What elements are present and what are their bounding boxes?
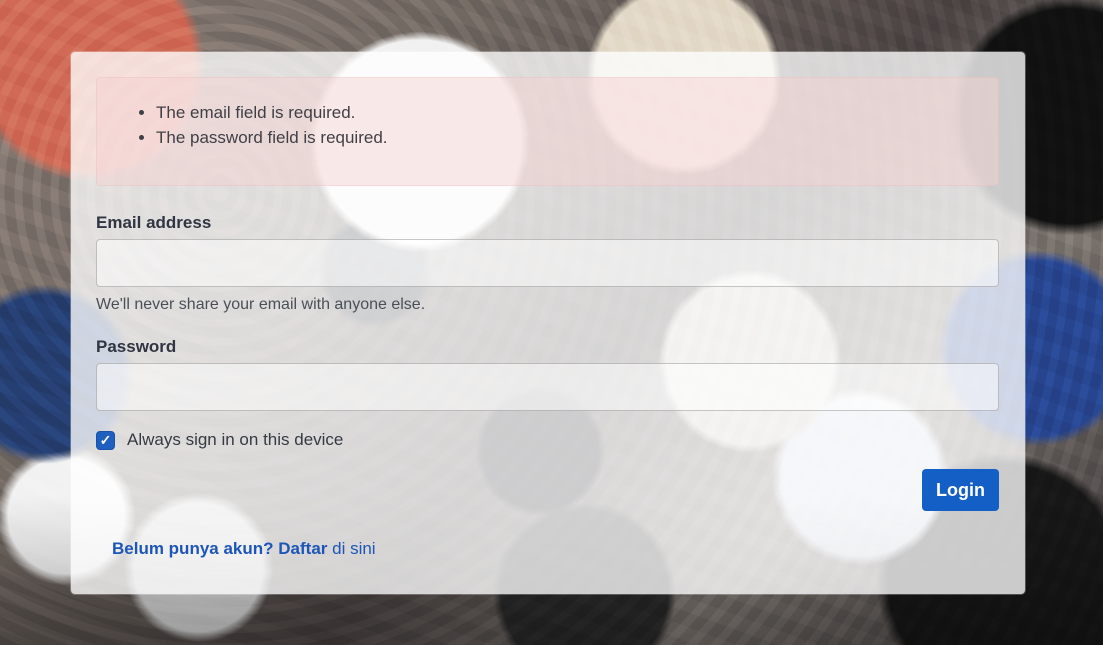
signup-suffix: di sini: [332, 539, 376, 558]
remember-row[interactable]: ✓ Always sign in on this device: [96, 430, 343, 450]
login-button[interactable]: Login: [922, 469, 999, 511]
email-label: Email address: [96, 213, 212, 232]
signup-prefix: Belum punya akun?: [112, 539, 274, 558]
check-icon[interactable]: ✓: [96, 430, 115, 450]
error-item: The password field is required.: [156, 125, 388, 150]
error-alert: The email field is required. The passwor…: [96, 77, 999, 186]
password-label: Password: [96, 337, 177, 356]
password-field[interactable]: [96, 363, 999, 411]
error-list: The email field is required. The passwor…: [156, 100, 388, 150]
login-card: The email field is required. The passwor…: [71, 52, 1025, 594]
signup-row: Belum punya akun? Daftar di sini: [112, 539, 376, 559]
error-item: The email field is required.: [156, 100, 388, 125]
remember-label: Always sign in on this device: [127, 430, 344, 449]
signup-link[interactable]: Daftar: [278, 539, 327, 558]
email-help-text: We'll never share your email with anyone…: [96, 296, 426, 313]
email-field[interactable]: [96, 239, 999, 287]
